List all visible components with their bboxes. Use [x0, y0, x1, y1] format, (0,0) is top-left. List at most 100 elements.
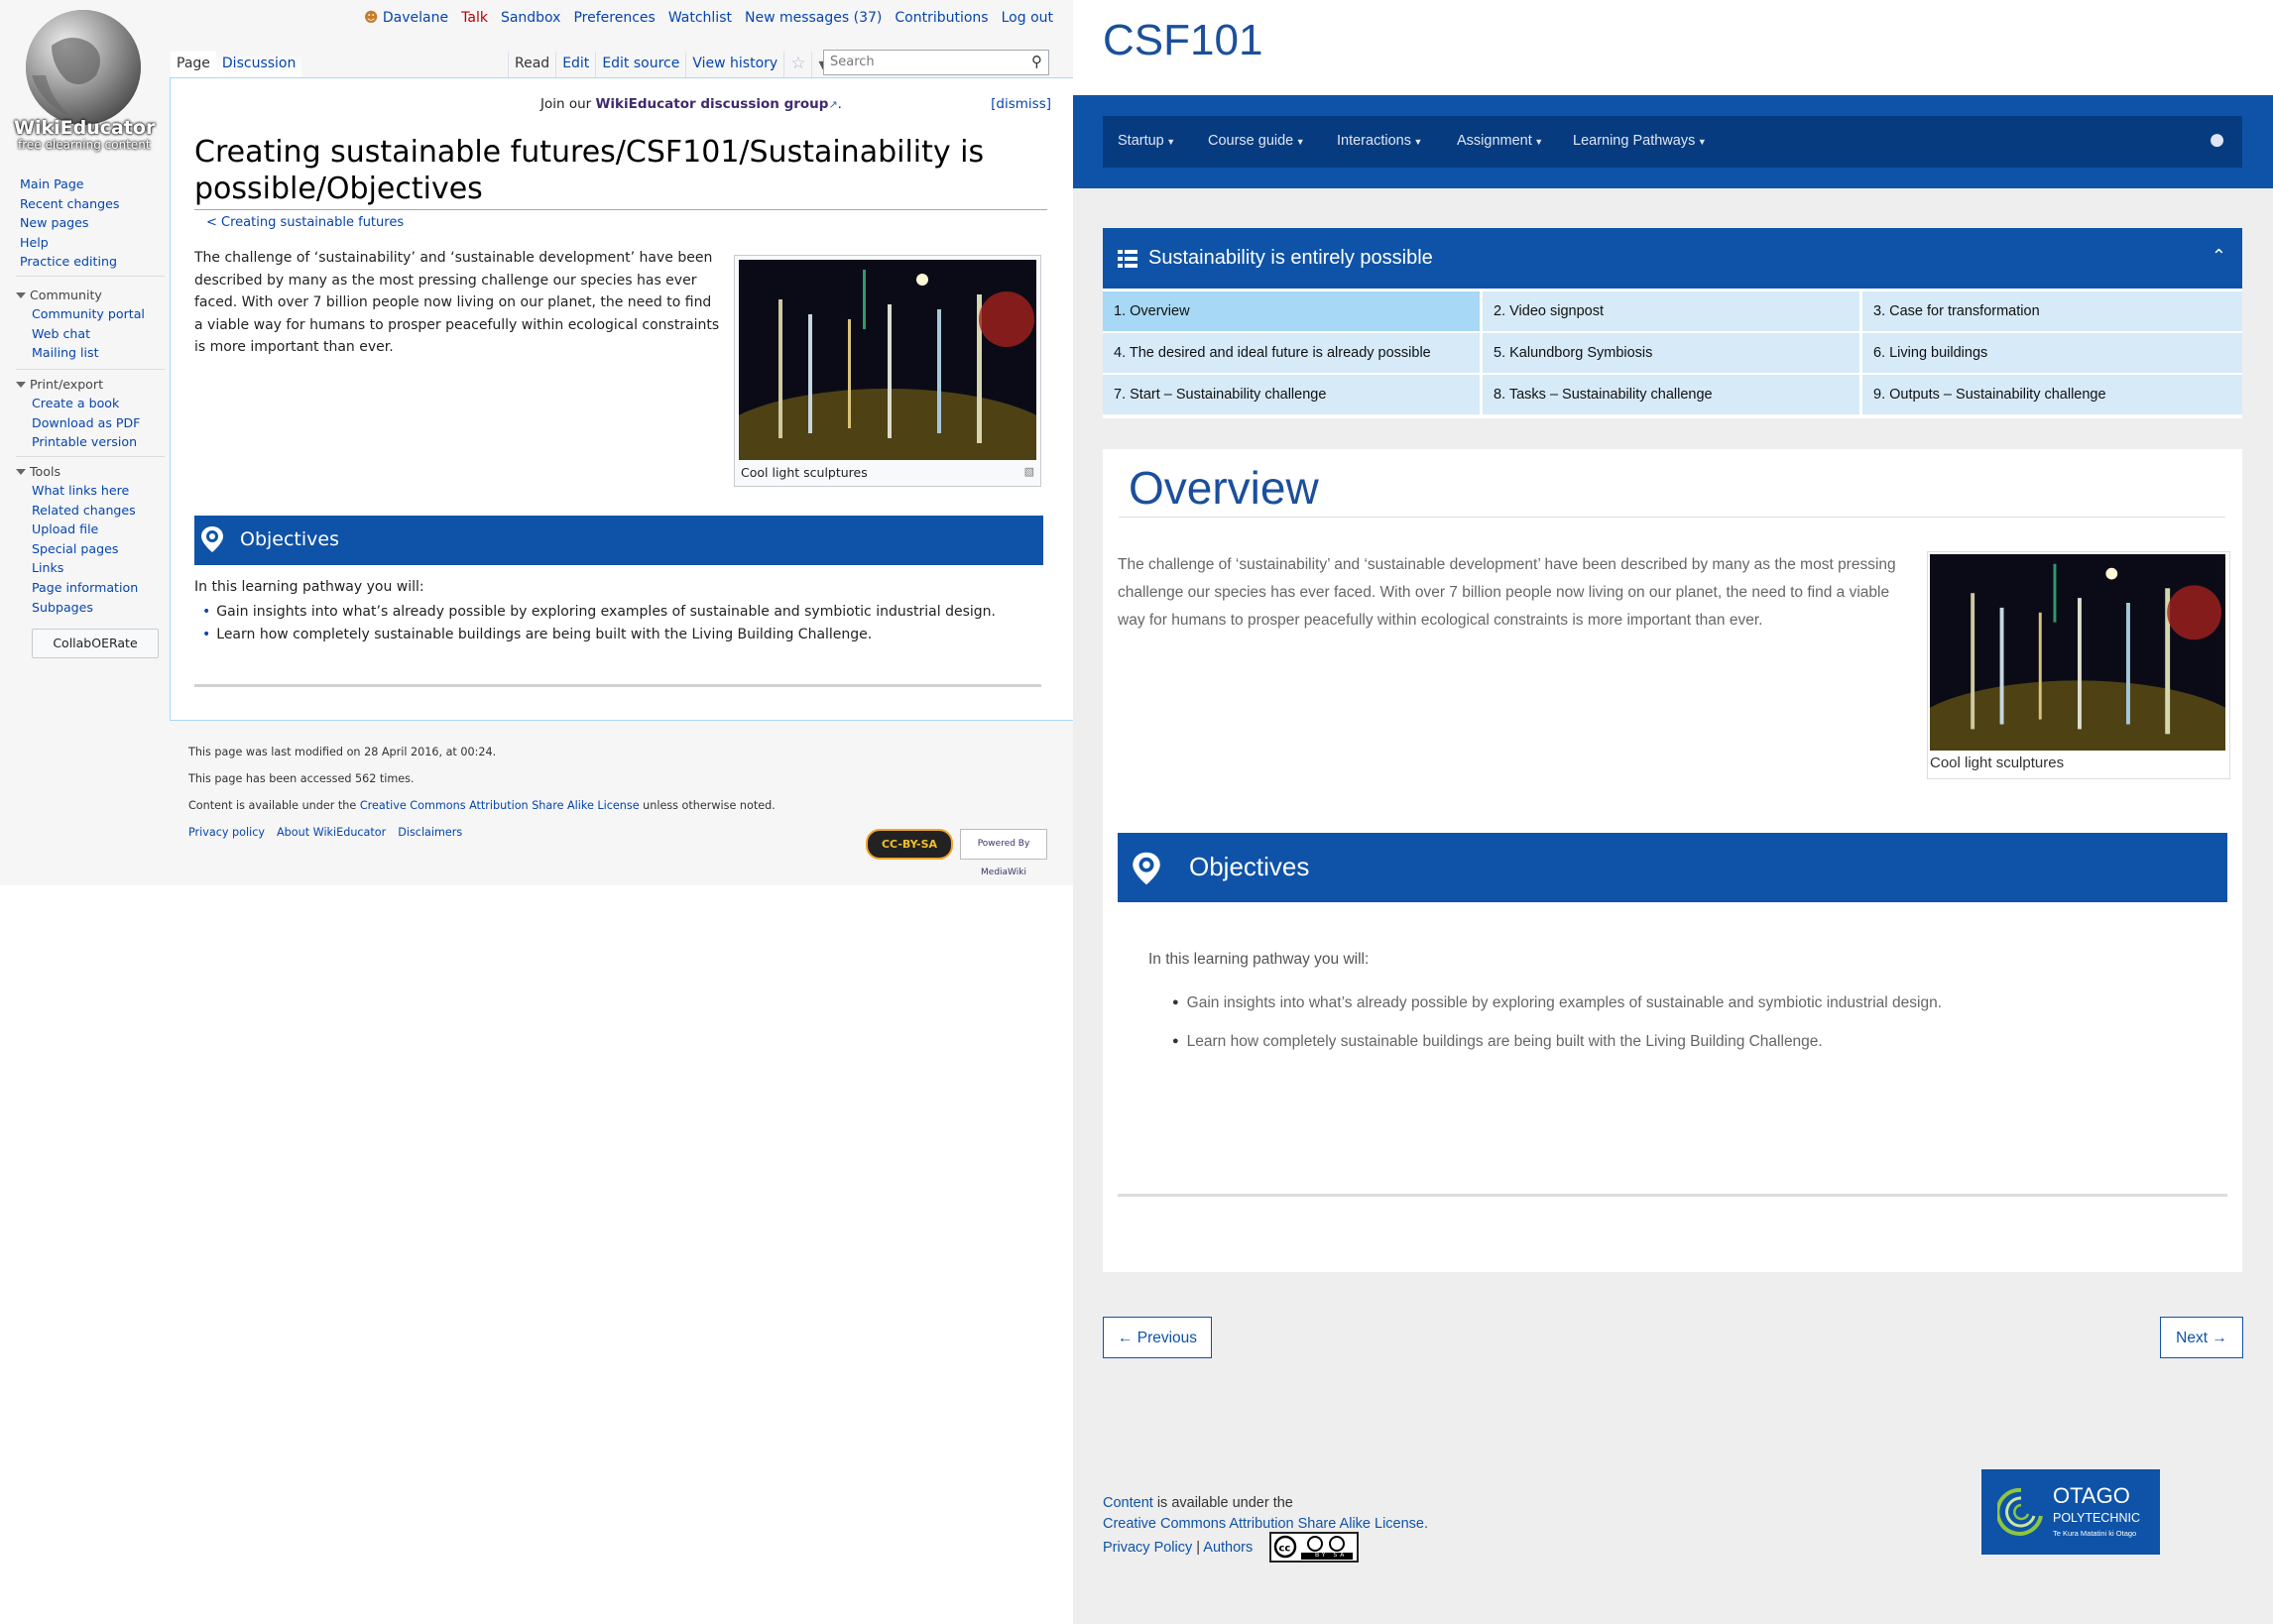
watch-star-icon[interactable]: ☆ [783, 52, 811, 79]
pathway-item-living-buildings[interactable]: 6. Living buildings [1862, 333, 2242, 373]
sandbox-link[interactable]: Sandbox [501, 10, 561, 26]
objectives-list: Gain insights into what’s already possib… [194, 601, 996, 646]
pathway-item-kalundborg[interactable]: 5. Kalundborg Symbiosis [1483, 333, 1859, 373]
sidebar-item-upload-file[interactable]: Upload file [32, 520, 169, 539]
tab-page[interactable]: Page [171, 52, 216, 78]
objectives-list: Gain insights into what’s already possib… [1148, 985, 1942, 1062]
otago-polytechnic-logo[interactable]: OTAGO POLYTECHNIC Te Kura Matatini ki Ot… [1981, 1469, 2160, 1555]
mediawiki-badge[interactable]: Powered By MediaWiki [960, 829, 1047, 877]
pathway-item-overview[interactable]: 1. Overview [1103, 291, 1480, 331]
pathway-item-tasks-challenge[interactable]: 8. Tasks – Sustainability challenge [1483, 375, 1859, 414]
light-sculptures-image[interactable] [1930, 554, 2225, 751]
sidebar-heading-community[interactable]: Community [0, 286, 169, 304]
dismiss-link[interactable]: [dismiss] [991, 96, 1051, 112]
pathway-panel-header[interactable]: Sustainability is entirely possible ⌃ [1103, 228, 2242, 289]
search-placeholder: Search [830, 55, 875, 69]
user-icon[interactable]: ● [2210, 130, 2224, 150]
sidebar-item-community-portal[interactable]: Community portal [32, 304, 169, 324]
sidebar-item-what-links-here[interactable]: What links here [32, 481, 169, 501]
svg-text:cc: cc [1279, 1544, 1291, 1555]
content-link[interactable]: Content [1103, 1495, 1153, 1511]
discussion-group-link[interactable]: WikiEducator discussion group [596, 96, 829, 112]
sidebar-heading-print-export[interactable]: Print/export [0, 375, 169, 394]
tab-read[interactable]: Read [508, 52, 555, 79]
pathway-item-desired-future[interactable]: 4. The desired and ideal future is alrea… [1103, 333, 1480, 373]
footer-links: Privacy policy About WikiEducator Discla… [188, 826, 776, 839]
tab-edit[interactable]: Edit [555, 52, 595, 79]
search-input[interactable]: Search ⚲ [823, 50, 1049, 75]
light-sculptures-image[interactable] [739, 260, 1036, 460]
nav-assignment[interactable]: Assignment ▼ [1457, 133, 1543, 149]
search-icon[interactable]: ⚲ [1031, 53, 1042, 70]
sidebar-item-special-pages[interactable]: Special pages [32, 539, 169, 559]
messages-link[interactable]: New messages (37) [745, 10, 882, 26]
sidebar-item-help[interactable]: Help [20, 233, 169, 253]
watchlist-link[interactable]: Watchlist [668, 10, 732, 26]
otago-subtitle: POLYTECHNIC [2053, 1511, 2140, 1525]
sidebar-item-mailing-list[interactable]: Mailing list [32, 343, 169, 363]
sidebar-heading-tools[interactable]: Tools [0, 462, 169, 481]
enlarge-icon[interactable]: ▧ [1024, 465, 1034, 478]
user-name: Davelane [382, 10, 449, 26]
nav-learning-pathways[interactable]: Learning Pathways ▼ [1573, 133, 1707, 149]
disclaimers-link[interactable]: Disclaimers [398, 826, 462, 839]
about-link[interactable]: About WikiEducator [277, 826, 386, 839]
objectives-intro: In this learning pathway you will: [1148, 951, 1370, 968]
cc-by-sa-badge[interactable]: CC-BY-SA [866, 829, 953, 860]
footer-separator: | [1192, 1540, 1204, 1556]
sidebar-item-recent-changes[interactable]: Recent changes [20, 194, 169, 214]
breadcrumb[interactable]: < Creating sustainable futures [206, 215, 404, 230]
wiki-page: WikiEducator free elearning content ☻ Da… [0, 0, 1073, 1624]
site-title[interactable]: CSF101 [1103, 16, 1262, 65]
nav-interactions[interactable]: Interactions ▼ [1337, 133, 1422, 149]
tab-discussion[interactable]: Discussion [215, 52, 302, 78]
otago-name: OTAGO [2053, 1483, 2130, 1508]
cc-by-sa-logo[interactable]: cc BY SA [1269, 1532, 1359, 1563]
objectives-icon [201, 526, 223, 552]
pathway-panel: Sustainability is entirely possible ⌃ 1.… [1103, 228, 2242, 418]
previous-button[interactable]: ← Previous [1103, 1317, 1212, 1358]
sidebar-item-create-book[interactable]: Create a book [32, 394, 169, 413]
preferences-link[interactable]: Preferences [573, 10, 655, 26]
collaboerate-button[interactable]: CollabOERate [32, 629, 159, 658]
talk-link[interactable]: Talk [461, 10, 488, 26]
privacy-policy-link[interactable]: Privacy Policy [1103, 1540, 1192, 1556]
wikieducator-logo[interactable]: WikiEducator free elearning content [12, 6, 155, 155]
sidebar-item-main-page[interactable]: Main Page [20, 174, 169, 194]
user-link[interactable]: ☻ Davelane [364, 10, 448, 26]
license-link[interactable]: Creative Commons Attribution Share Alike… [1103, 1514, 1428, 1535]
privacy-policy-link[interactable]: Privacy policy [188, 826, 265, 839]
thumbnail-caption: Cool light sculptures [741, 465, 868, 480]
sidebar-item-page-information[interactable]: Page information [32, 578, 169, 598]
sidebar-item-links[interactable]: Links [32, 558, 169, 578]
access-count: This page has been accessed 562 times. [188, 772, 415, 785]
list-icon [1118, 250, 1137, 268]
objectives-title: Objectives [1189, 852, 1310, 881]
thumbnail-caption: Cool light sculptures [1930, 754, 2065, 771]
license-link[interactable]: Creative Commons Attribution Share Alike… [360, 799, 640, 812]
next-button[interactable]: Next → [2160, 1317, 2243, 1358]
pathway-item-outputs-challenge[interactable]: 9. Outputs – Sustainability challenge [1862, 375, 2242, 414]
nav-course-guide[interactable]: Course guide ▼ [1208, 133, 1305, 149]
sidebar-item-new-pages[interactable]: New pages [20, 213, 169, 233]
sidebar-item-subpages[interactable]: Subpages [32, 598, 169, 618]
license-line: Content is available under the Creative … [188, 799, 776, 826]
sidebar-item-download-pdf[interactable]: Download as PDF [32, 413, 169, 433]
collapse-chevron-icon[interactable]: ⌃ [2212, 246, 2226, 267]
sidebar-item-practice-editing[interactable]: Practice editing [20, 252, 169, 272]
pathway-item-start-challenge[interactable]: 7. Start – Sustainability challenge [1103, 375, 1480, 414]
sidebar-item-related-changes[interactable]: Related changes [32, 501, 169, 521]
sidebar-divider [16, 276, 165, 277]
nav-label: Learning Pathways [1573, 133, 1696, 149]
nav-startup[interactable]: Startup ▼ [1118, 133, 1175, 149]
objectives-icon [1133, 852, 1160, 885]
tab-edit-source[interactable]: Edit source [595, 52, 685, 79]
pathway-item-video-signpost[interactable]: 2. Video signpost [1483, 291, 1859, 331]
authors-link[interactable]: Authors [1203, 1540, 1253, 1556]
contributions-link[interactable]: Contributions [895, 10, 988, 26]
sidebar-item-web-chat[interactable]: Web chat [32, 324, 169, 344]
logout-link[interactable]: Log out [1002, 10, 1053, 26]
tab-view-history[interactable]: View history [685, 52, 783, 79]
pathway-item-case-for-transformation[interactable]: 3. Case for transformation [1862, 291, 2242, 331]
sidebar-item-printable-version[interactable]: Printable version [32, 432, 169, 452]
